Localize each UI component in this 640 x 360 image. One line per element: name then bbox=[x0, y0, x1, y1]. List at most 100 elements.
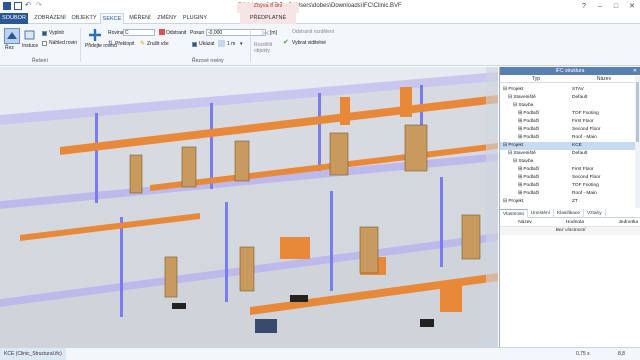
tree-row[interactable]: ⊟ Projekt ZT bbox=[500, 198, 635, 206]
maximize-icon[interactable]: □ bbox=[608, 0, 624, 12]
pin-icon[interactable]: ✕ bbox=[633, 67, 637, 75]
col-hodnota[interactable]: Hodnota bbox=[550, 219, 600, 226]
tree-row[interactable]: ⊟ Projekt STAV bbox=[500, 86, 635, 94]
row-type: Podlaží bbox=[523, 167, 540, 172]
odstranit-rozdeleni-label[interactable]: Odstranit rozdělení bbox=[292, 29, 334, 35]
plane-size-icon[interactable] bbox=[218, 40, 225, 47]
vybrat-label[interactable]: Vybrat viditelné bbox=[292, 40, 326, 46]
tree-row[interactable]: ⊞ Podlaží TOF Footing bbox=[500, 110, 635, 118]
tree-row[interactable]: ⊟ Staveniště Default bbox=[500, 150, 635, 158]
col-nazev[interactable]: Název bbox=[500, 219, 550, 226]
tab-predplatne[interactable]: PŘEDPLATNÉ bbox=[240, 13, 296, 24]
3d-viewport[interactable] bbox=[0, 67, 498, 347]
row-name: Roof - Main bbox=[572, 135, 597, 140]
row-name: Roof - Main bbox=[572, 191, 597, 196]
tree-row[interactable]: ⊞ Podlaží Second Floor bbox=[500, 126, 635, 134]
tree-row[interactable]: ⊟ Staveniště Default bbox=[500, 94, 635, 102]
building-section-render[interactable] bbox=[0, 67, 498, 347]
odstranit-label[interactable]: Odstranit bbox=[166, 30, 186, 36]
tree-row[interactable]: ⊞ Podlaží First Floor bbox=[500, 118, 635, 126]
scrollbar-thumb[interactable] bbox=[636, 82, 639, 142]
rozdelit-label[interactable]: Rozdělit objekty bbox=[254, 42, 282, 54]
tree-row[interactable]: ⊞ Podlaží Second Floor bbox=[500, 174, 635, 182]
rovina-select[interactable]: C bbox=[123, 29, 155, 36]
tab-vztahy[interactable]: Vztahy bbox=[584, 209, 606, 218]
row-type: Stavba bbox=[518, 159, 534, 164]
section-cut-icon[interactable] bbox=[4, 28, 20, 44]
properties-tabs: Vlastnosti Umístění Klasifikace Vztahy bbox=[500, 209, 640, 218]
vyplnit-checkbox[interactable] bbox=[42, 31, 47, 36]
row-name: First Floor bbox=[572, 167, 594, 172]
row-type: Projekt bbox=[508, 87, 524, 92]
row-name: Default bbox=[572, 95, 588, 100]
posun-input[interactable]: -0,000 bbox=[206, 29, 266, 36]
rovina-label: Rovina bbox=[108, 30, 124, 36]
delete-icon[interactable] bbox=[159, 29, 165, 35]
trial-label: Zbýva 8 dní bbox=[253, 3, 283, 9]
ifc-structure-panel: IFC struktura ✕ Typ Název ⊟ Projekt STAV… bbox=[499, 67, 640, 347]
tree-row[interactable]: ⊞ Podlaží Roof - Main bbox=[500, 134, 635, 142]
tab-zobrazeni[interactable]: ZOBRAZENÍ bbox=[32, 13, 68, 24]
add-plane-icon[interactable] bbox=[88, 28, 102, 42]
tab-umisteni[interactable]: Umístění bbox=[528, 209, 554, 218]
row-name: First Floor bbox=[572, 119, 594, 124]
col-jednotka[interactable]: Jednotka bbox=[600, 219, 638, 226]
tree-row[interactable]: ⊞ Podlaží Roof - Main bbox=[500, 190, 635, 198]
ifc-panel-title-text: IFC struktura bbox=[555, 68, 585, 74]
zrusit-label[interactable]: Zrušit vše bbox=[147, 41, 169, 47]
vyplnit-label: Vyplnit bbox=[49, 30, 64, 36]
ribbon: Řez Instuce Vyplnit Náhled rovin Řešení … bbox=[0, 24, 640, 66]
col-name[interactable]: Název bbox=[572, 75, 636, 82]
tab-vlastnosti[interactable]: Vlastnosti bbox=[500, 209, 528, 218]
minimize-icon[interactable]: – bbox=[592, 0, 608, 12]
tree-row[interactable]: ⊞ Podlaží First Floor bbox=[500, 166, 635, 174]
tab-soubor[interactable]: SOUBOR bbox=[0, 13, 28, 24]
row-type: Staveniště bbox=[513, 151, 536, 156]
tab-sekce[interactable]: SEKCE bbox=[100, 13, 124, 24]
help-icon[interactable]: ? bbox=[576, 0, 592, 12]
chevron-down-icon[interactable]: ▾ bbox=[240, 41, 243, 47]
row-name: Second Floor bbox=[572, 127, 601, 132]
section-box-icon[interactable] bbox=[24, 29, 36, 41]
tab-pluginy[interactable]: PLUGINY bbox=[181, 13, 209, 24]
clear-all-icon[interactable]: ✎ bbox=[140, 41, 146, 47]
tree-row[interactable]: ⊞ Podlaží TOF Footing bbox=[500, 182, 635, 190]
row-type: Podlaží bbox=[523, 191, 540, 196]
tab-objekty[interactable]: OBJEKTY bbox=[70, 13, 98, 24]
window-title: BIMvision 2.27.5 - C:\Users\dobes\Downlo… bbox=[238, 3, 402, 9]
row-type: Staveniště bbox=[513, 95, 536, 100]
tree-scrollbar[interactable] bbox=[635, 76, 640, 208]
ukazat-label: Ukázat bbox=[199, 41, 215, 47]
group-reseni-label: Řešení bbox=[32, 58, 48, 64]
tree-row[interactable]: ⊟ Stavba bbox=[500, 158, 635, 166]
tree-row[interactable]: ⊟ Stavba bbox=[500, 102, 635, 110]
row-type: Projekt bbox=[508, 199, 524, 204]
split-objects-icon[interactable]: ✂ bbox=[261, 28, 273, 40]
col-type[interactable]: Typ bbox=[500, 75, 572, 82]
row-name: Second Floor bbox=[572, 175, 601, 180]
close-icon[interactable]: ✕ bbox=[624, 0, 640, 12]
preklopit-label[interactable]: Překlopit bbox=[115, 41, 134, 47]
row-type: Podlaží bbox=[523, 119, 540, 124]
group-planes-label: Řezové roviny bbox=[192, 58, 224, 64]
row-name: STAV bbox=[572, 87, 584, 92]
tab-mereni[interactable]: MĚŘENÍ bbox=[127, 13, 153, 24]
tab-klasifikace[interactable]: Klasifikace bbox=[554, 209, 584, 218]
tree-row-selected[interactable]: ⊟ Projekt KCE bbox=[500, 142, 635, 150]
select-visible-icon[interactable]: ✔ bbox=[283, 39, 290, 46]
nahled-checkbox[interactable] bbox=[42, 41, 47, 46]
ribbon-separator bbox=[250, 28, 251, 62]
tab-zmeny[interactable]: ZMĚNY bbox=[155, 13, 179, 24]
flip-icon[interactable]: ⇅ bbox=[108, 41, 114, 47]
row-name: Default bbox=[572, 151, 588, 156]
row-name: TOF Footing bbox=[572, 183, 599, 188]
size-value[interactable]: 1 m bbox=[227, 41, 235, 47]
rez-label[interactable]: Řez bbox=[5, 45, 14, 51]
status-zoom: 0,75 s bbox=[576, 351, 590, 357]
row-name: KCE bbox=[572, 143, 582, 148]
row-type: Projekt bbox=[508, 143, 524, 148]
title-bar: ↶ ↷ BIMvision 2.27.5 - C:\Users\dobes\Do… bbox=[0, 0, 640, 13]
ukazat-checkbox[interactable] bbox=[192, 42, 197, 47]
instuce-label[interactable]: Instuce bbox=[22, 43, 38, 49]
ribbon-tabs: SOUBOR ZOBRAZENÍ OBJEKTY SEKCE MĚŘENÍ ZM… bbox=[0, 13, 640, 24]
